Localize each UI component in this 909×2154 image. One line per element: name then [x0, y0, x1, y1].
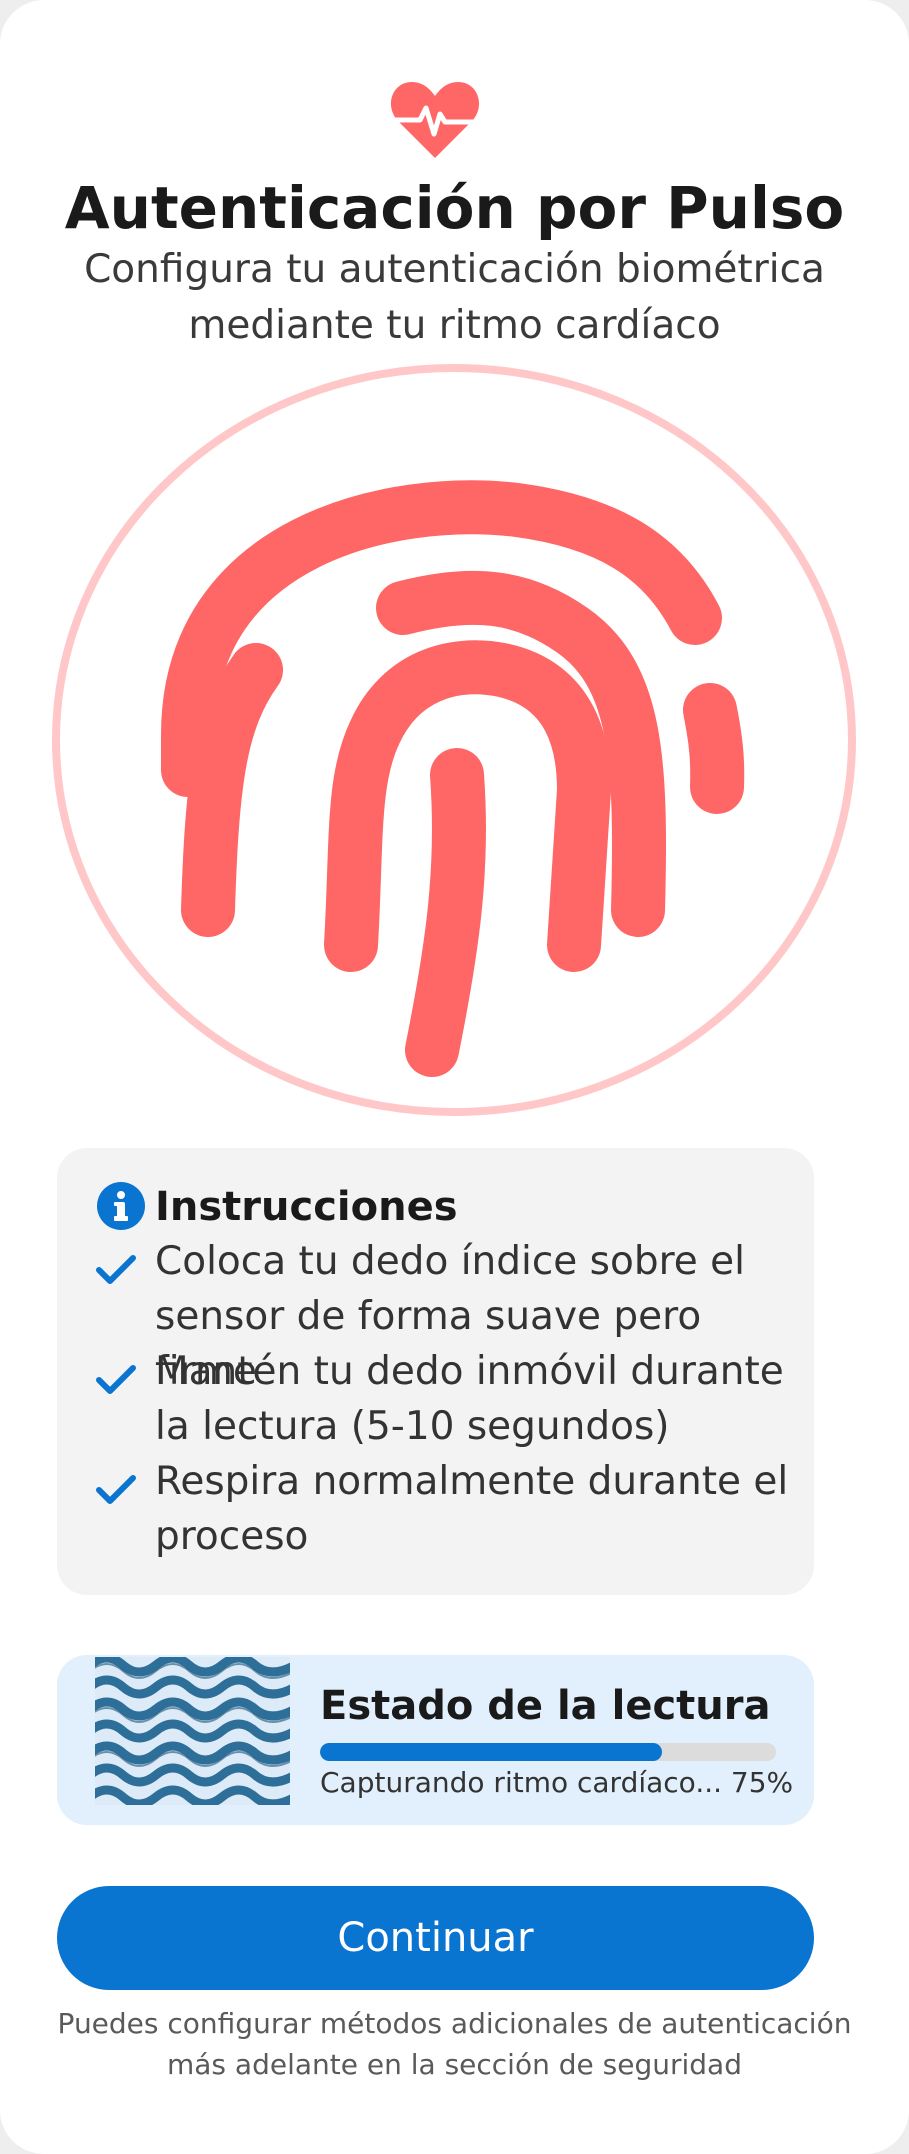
progress-bar [320, 1743, 776, 1761]
heart-pulse-icon [390, 82, 480, 158]
check-icon [96, 1365, 136, 1394]
setup-card: Autenticación por Pulso Configura tu aut… [0, 0, 909, 2154]
instructions-title: Instrucciones [155, 1184, 458, 1230]
instruction-item: Mantén tu dedo inmóvil durante la lectur… [155, 1349, 784, 1449]
heartbeat-wave-image [95, 1657, 290, 1805]
continue-button[interactable]: Continuar [57, 1886, 814, 1990]
page-subtitle: Configura tu autenticación biométrica me… [84, 247, 825, 348]
check-icon [96, 1475, 136, 1504]
fingerprint-scanner[interactable] [52, 360, 857, 1120]
check-icon [96, 1255, 136, 1284]
instructions-panel: Instrucciones Coloca tu dedo índice sobr… [57, 1148, 814, 1595]
instruction-item: Respira normalmente durante el proceso [155, 1459, 789, 1559]
footer-note: Puedes configurar métodos adicionales de… [57, 2007, 852, 2081]
status-title: Estado de la lectura [320, 1683, 771, 1729]
info-icon [97, 1182, 145, 1230]
progress-bar-fill [320, 1743, 662, 1761]
reading-status-panel: Estado de la lectura Capturando ritmo ca… [57, 1655, 814, 1825]
page-title: Autenticación por Pulso [64, 174, 845, 242]
progress-status-text: Capturando ritmo cardíaco... 75% [320, 1766, 794, 1799]
